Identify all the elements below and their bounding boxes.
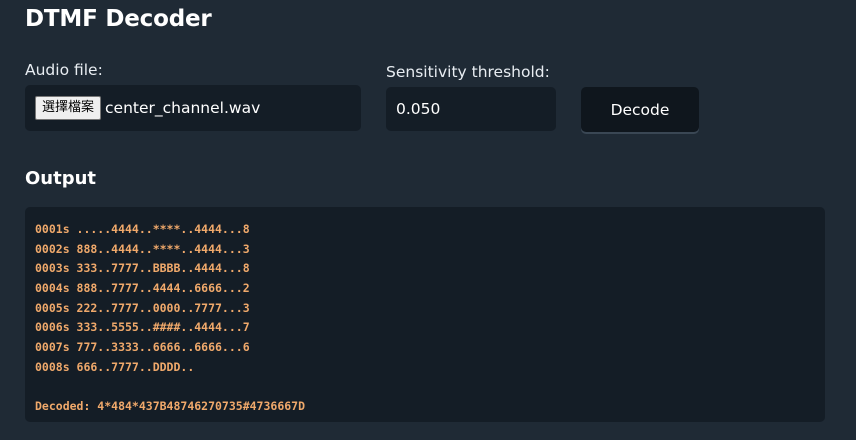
choose-file-button[interactable]: 選擇檔案	[35, 96, 102, 120]
output-line: 0002s 888..4444..****..4444...3	[35, 241, 250, 256]
page-title: DTMF Decoder	[25, 6, 212, 32]
output-line: 0008s 666..7777..DDDD..	[35, 359, 195, 374]
decode-button[interactable]: Decode	[581, 87, 699, 132]
output-heading: Output	[25, 168, 97, 189]
output-spacer	[35, 378, 815, 398]
app-container: DTMF Decoder Audio file: 選擇檔案 center_cha…	[25, 0, 825, 440]
output-line: 0007s 777..3333..6666..6666...6	[35, 340, 250, 355]
output-line: 0006s 333..5555..####..4444...7	[35, 320, 250, 335]
audio-file-input[interactable]: 選擇檔案 center_channel.wav	[25, 85, 361, 131]
audio-file-label: Audio file:	[25, 61, 103, 79]
output-panel: 0001s .....4444..****..4444...8 0002s 88…	[25, 207, 825, 422]
output-line: 0004s 888..7777..4444..6666...2	[35, 281, 250, 296]
output-line: 0003s 333..7777..BBBB..4444...8	[35, 261, 250, 276]
sensitivity-threshold-label: Sensitivity threshold:	[386, 63, 550, 81]
sensitivity-threshold-input[interactable]	[386, 87, 556, 131]
output-line: 0005s 222..7777..0000..7777...3	[35, 300, 250, 315]
decoded-result: Decoded: 4*484*437B48746270735#4736667D	[35, 399, 306, 414]
selected-file-name: center_channel.wav	[105, 99, 261, 117]
output-line: 0001s .....4444..****..4444...8	[35, 222, 250, 236]
